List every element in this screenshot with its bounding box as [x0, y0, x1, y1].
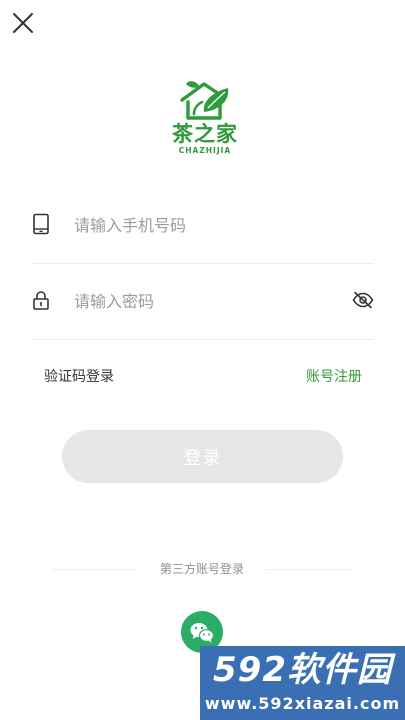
watermark-banner: 592软件园 www.592xiazai.com	[200, 646, 405, 720]
register-link[interactable]: 账号注册	[306, 366, 362, 388]
eye-slash-icon	[352, 291, 374, 309]
password-input[interactable]	[74, 286, 344, 316]
phone-field	[32, 188, 374, 264]
lock-icon	[32, 289, 50, 311]
watermark-url: www.592xiazai.com	[204, 694, 401, 713]
logo-subtitle: CHAZHIJIA	[178, 146, 232, 155]
tablet-icon	[32, 213, 50, 235]
divider-line-right	[266, 569, 352, 570]
close-button[interactable]	[10, 10, 36, 36]
logo-name: 茶之家	[172, 122, 238, 146]
watermark-brand: 592软件园	[213, 650, 392, 690]
close-icon	[13, 13, 33, 33]
phone-input[interactable]	[74, 210, 344, 240]
third-party-divider: 第三方账号登录	[52, 560, 352, 578]
password-field	[32, 264, 374, 340]
password-visibility-toggle[interactable]	[352, 291, 374, 309]
app-logo: 茶之家 CHAZHIJIA	[165, 78, 245, 160]
login-button[interactable]: 登录	[62, 430, 343, 483]
sms-login-link[interactable]: 验证码登录	[44, 366, 114, 388]
tea-house-logo-icon	[180, 81, 229, 120]
